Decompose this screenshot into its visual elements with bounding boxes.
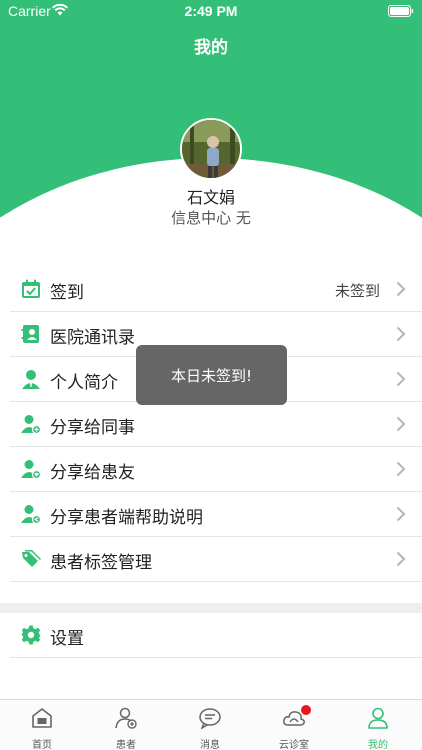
share-colleague-icon (21, 415, 41, 434)
patient-icon (115, 707, 137, 729)
page-title: 我的 (194, 38, 228, 58)
user-department: 信息中心 无 (171, 209, 251, 227)
message-icon (199, 708, 221, 729)
chevron-right-icon (396, 371, 406, 387)
tag-icon (22, 550, 41, 567)
menu-item-label: 签到 (50, 283, 84, 303)
menu-item-label: 个人简介 (50, 373, 118, 393)
tab-bar: 首页 患者 消息 云诊室 我的 (0, 699, 422, 750)
chevron-right-icon (396, 281, 406, 297)
toast-text: 本日未签到! (170, 366, 252, 385)
menu-item-share-colleague[interactable]: 分享给同事 (10, 402, 422, 447)
menu-list: 签到 未签到 医院通讯录 个人简介 分享给同事 分享给患友 分享患者端帮助说明 … (10, 267, 422, 582)
tab-patients[interactable]: 患者 (84, 700, 168, 750)
status-bar: Carrier 2:49 PM (0, 0, 422, 24)
share-help-icon (21, 505, 41, 524)
clock: 2:49 PM (184, 3, 238, 19)
home-icon (32, 708, 52, 728)
user-profile-icon (22, 370, 40, 389)
tab-messages[interactable]: 消息 (168, 700, 252, 750)
avatar[interactable] (180, 118, 242, 180)
toast-message: 本日未签到! (136, 345, 287, 405)
calendar-check-icon (22, 279, 40, 298)
menu-item-label: 分享患者端帮助说明 (50, 508, 203, 528)
user-name: 石文娟 (186, 188, 235, 207)
menu-item-label: 设置 (50, 629, 84, 649)
tab-me[interactable]: 我的 (336, 700, 420, 750)
battery-icon (388, 5, 414, 17)
menu-item-settings[interactable]: 设置 (10, 613, 422, 658)
menu-item-label: 分享给患友 (50, 463, 135, 483)
tab-label: 我的 (368, 740, 388, 750)
tab-label: 患者 (116, 740, 136, 750)
settings-gear-icon (21, 625, 41, 645)
chevron-right-icon (396, 326, 406, 342)
tab-cloud-clinic[interactable]: 云诊室 (252, 700, 336, 750)
notification-badge (301, 705, 311, 715)
menu-item-sign-in[interactable]: 签到 未签到 (10, 267, 422, 312)
sign-in-status: 未签到 (334, 282, 380, 300)
menu-item-patient-tags[interactable]: 患者标签管理 (10, 537, 422, 582)
share-patient-icon (21, 460, 41, 479)
me-icon (368, 707, 388, 729)
chevron-right-icon (396, 506, 406, 522)
tab-home[interactable]: 首页 (0, 700, 84, 750)
tab-label: 消息 (200, 740, 220, 750)
menu-item-label: 患者标签管理 (50, 553, 152, 573)
chevron-right-icon (396, 551, 406, 567)
chevron-right-icon (396, 416, 406, 432)
chevron-right-icon (396, 461, 406, 477)
menu-item-share-help[interactable]: 分享患者端帮助说明 (10, 492, 422, 537)
menu-item-label: 医院通讯录 (50, 328, 135, 348)
section-divider (0, 603, 422, 613)
contacts-book-icon (21, 325, 39, 343)
tab-label: 云诊室 (279, 740, 309, 750)
tab-label: 首页 (32, 740, 52, 750)
menu-item-share-patient[interactable]: 分享给患友 (10, 447, 422, 492)
menu-item-label: 分享给同事 (50, 418, 135, 438)
settings-section: 设置 (10, 613, 422, 658)
